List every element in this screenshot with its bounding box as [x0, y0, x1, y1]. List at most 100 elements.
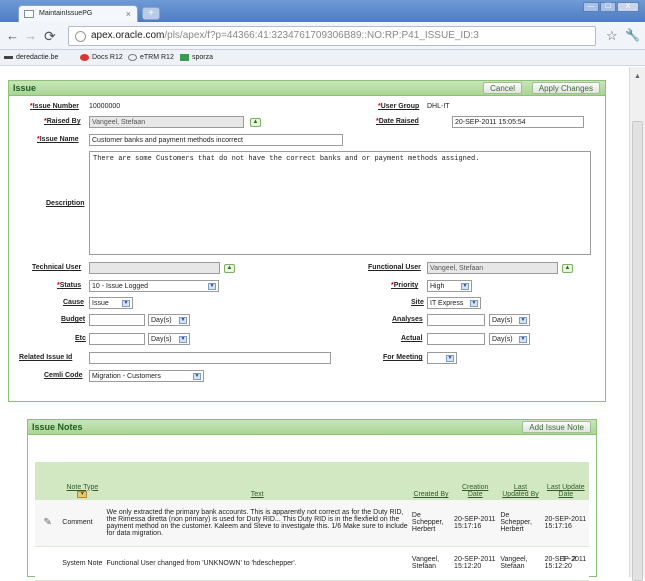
analyses-field[interactable]: [427, 314, 485, 326]
priority-select[interactable]: High ▼: [427, 280, 472, 292]
bookmarks-bar: deredactie.be Docs R12 eTRM R12 sporza: [0, 50, 645, 66]
raised-by-field[interactable]: Vangeel, Stefaan: [89, 116, 244, 128]
pagination-info: 1 - 2: [562, 556, 577, 563]
description-textarea[interactable]: There are some Customers that do not hav…: [89, 151, 591, 255]
issue-number-label: *Issue Number: [30, 103, 80, 110]
back-icon[interactable]: ←: [6, 28, 19, 43]
notes-region-header: Issue Notes Add Issue Note: [28, 420, 596, 435]
analyses-label: Analyses: [392, 316, 423, 323]
priority-label: *Priority: [391, 282, 419, 289]
new-tab-button[interactable]: +: [142, 7, 160, 20]
globe-icon: [128, 54, 137, 61]
minimize-button[interactable]: —: [583, 2, 599, 12]
bookmark-label: sporza: [192, 54, 214, 61]
note-type-cell: Comment: [60, 500, 105, 547]
apply-changes-button[interactable]: Apply Changes: [531, 82, 600, 94]
sporza-icon: [180, 54, 189, 61]
update-date-cell: 20-SEP-2011 15:17:16: [542, 500, 589, 547]
forward-icon[interactable]: →: [24, 28, 37, 43]
technical-user-field[interactable]: [89, 262, 220, 274]
chevron-down-icon: ▼: [446, 355, 454, 362]
scroll-thumb[interactable]: [632, 121, 643, 581]
budget-unit-select[interactable]: Day(s) ▼: [148, 314, 190, 326]
note-text-cell: We only extracted the primary bank accou…: [104, 500, 410, 547]
wrench-icon[interactable]: 🔧: [625, 28, 640, 42]
column-header[interactable]: Creation Date: [452, 462, 499, 500]
analyses-unit-select[interactable]: Day(s) ▼: [489, 314, 530, 326]
reload-icon[interactable]: ⟳: [44, 28, 56, 45]
lov-expand-icon[interactable]: ▲: [224, 264, 235, 273]
cemli-code-label: Cemli Code: [44, 372, 83, 379]
bookmark-item[interactable]: Docs R12: [80, 54, 123, 61]
description-label: Description: [46, 200, 85, 207]
tab-close-icon[interactable]: ×: [126, 9, 131, 19]
edit-note-icon[interactable]: ✎: [35, 500, 61, 547]
chevron-down-icon: ▼: [122, 300, 130, 307]
status-label: *Status: [57, 282, 82, 289]
bookmark-favicon-icon: [4, 56, 13, 59]
issue-name-label: *Issue Name: [37, 136, 79, 143]
chevron-down-icon: ▼: [179, 317, 187, 324]
url-path: /pls/apex/f?p=44366:41:3234761709306B89:…: [164, 30, 479, 41]
creation-date-cell: 20-SEP-2011 15:17:16: [452, 500, 499, 547]
edit-column-header: [35, 462, 61, 500]
update-date-cell: 20-SEP-2011 15:12:20: [542, 546, 589, 581]
etc-field[interactable]: [89, 333, 145, 345]
cancel-button[interactable]: Cancel: [483, 82, 522, 94]
maximize-button[interactable]: ☐: [600, 2, 616, 12]
related-issue-field[interactable]: [89, 352, 331, 364]
user-group-value: DHL-IT: [427, 103, 450, 110]
bookmark-item[interactable]: sporza: [180, 54, 213, 61]
cause-label: Cause: [63, 299, 85, 306]
budget-field[interactable]: [89, 314, 145, 326]
add-issue-note-button[interactable]: Add Issue Note: [522, 421, 591, 433]
page-scrollbar[interactable]: ▲: [629, 67, 645, 581]
created-by-cell: Vangeel, Stefaan: [409, 546, 453, 581]
notes-region-title: Issue Notes: [32, 422, 83, 432]
functional-user-field[interactable]: Vangeel, Stefaan: [427, 262, 558, 274]
lov-expand-icon[interactable]: ▲: [562, 264, 573, 273]
actual-unit-select[interactable]: Day(s) ▼: [489, 333, 530, 345]
column-header[interactable]: Text: [104, 462, 410, 500]
column-header[interactable]: Note Type ▼: [60, 462, 105, 500]
date-raised-field[interactable]: 20-SEP-2011 15:05:54: [452, 116, 584, 128]
status-select[interactable]: 10 - Issue Logged ▼: [89, 280, 219, 292]
bookmark-item[interactable]: eTRM R12: [128, 54, 174, 61]
cemli-code-select[interactable]: Migration - Customers ▼: [89, 370, 204, 382]
lov-expand-icon[interactable]: ▲: [250, 118, 261, 127]
chevron-down-icon: ▼: [208, 283, 216, 290]
site-select[interactable]: IT Express ▼: [427, 297, 481, 309]
etc-unit-select[interactable]: Day(s) ▼: [148, 333, 190, 345]
window-controls: — ☐ X: [583, 2, 639, 12]
actual-field[interactable]: [427, 333, 485, 345]
note-type-cell: System Note: [60, 546, 105, 581]
technical-user-label: Technical User: [32, 264, 82, 271]
address-bar: ← → ⟳ apex.oracle.com/pls/apex/f?p=44366…: [0, 22, 645, 50]
issue-name-field[interactable]: Customer banks and payment methods incor…: [89, 134, 343, 146]
column-header[interactable]: Last Updated By: [498, 462, 543, 500]
sort-dropdown-icon[interactable]: ▼: [77, 490, 88, 498]
etc-label: Etc: [75, 335, 86, 342]
oracle-icon: [80, 54, 89, 61]
chevron-down-icon: ▼: [519, 317, 527, 324]
bookmark-label: deredactie.be: [16, 54, 59, 61]
edit-cell: [35, 546, 61, 581]
site-label: Site: [411, 299, 424, 306]
cause-select[interactable]: Issue ▼: [89, 297, 133, 309]
scroll-up-icon[interactable]: ▲: [634, 73, 641, 80]
actual-label: Actual: [401, 335, 423, 342]
bookmark-star-icon[interactable]: ☆: [606, 28, 618, 44]
functional-user-label: Functional User: [368, 264, 421, 271]
close-window-button[interactable]: X: [617, 2, 639, 12]
bookmark-item[interactable]: deredactie.be: [4, 54, 58, 61]
browser-tab[interactable]: MaintainIssuePG ×: [18, 5, 138, 22]
note-text-cell: Functional User changed from 'UNKNOWN' t…: [104, 546, 410, 581]
column-header[interactable]: Last Update Date: [542, 462, 589, 500]
url-input[interactable]: apex.oracle.com/pls/apex/f?p=44366:41:32…: [68, 26, 596, 46]
issue-region-header: Issue Cancel Apply Changes: [9, 81, 605, 96]
table-row: System Note Functional User changed from…: [35, 546, 589, 581]
table-header-row: Note Type ▼ Text Created By Creation Date…: [35, 462, 589, 500]
column-header[interactable]: Created By: [409, 462, 453, 500]
for-meeting-select[interactable]: ▼: [427, 352, 457, 364]
browser-titlebar: MaintainIssuePG × + — ☐ X: [0, 0, 645, 22]
